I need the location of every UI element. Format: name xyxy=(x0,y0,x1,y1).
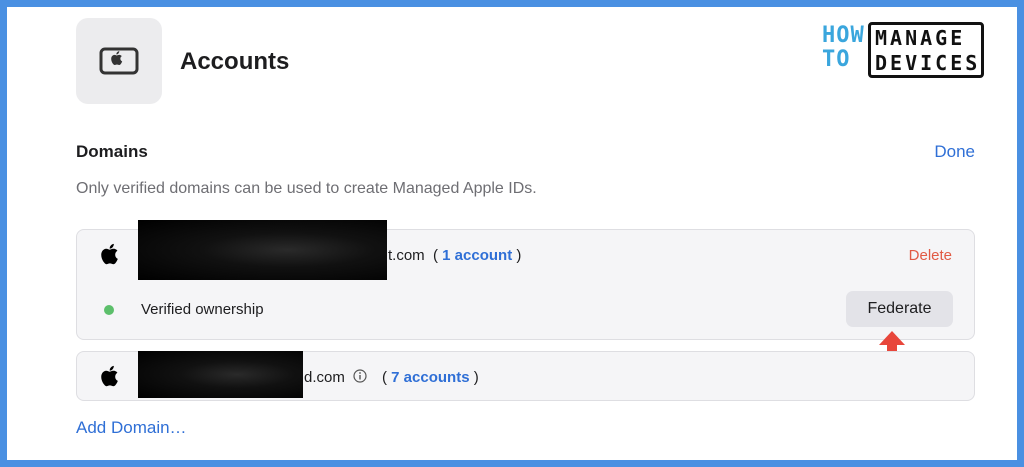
verified-status-dot xyxy=(104,305,114,315)
accounts-link[interactable]: 7 accounts xyxy=(391,369,469,386)
domain-name: t.com xyxy=(388,247,425,264)
domains-hint: Only verified domains can be used to cre… xyxy=(76,180,537,197)
apple-logo-icon xyxy=(101,365,118,387)
device-tablet-icon xyxy=(99,47,139,75)
domain-card: d.com ( 7 accounts ) xyxy=(76,351,975,401)
domains-heading: Domains xyxy=(76,142,148,161)
logo-how-to: HOW TO xyxy=(822,23,865,72)
account-count: ( 1 account ) xyxy=(433,247,522,264)
add-domain-button[interactable]: Add Domain… xyxy=(76,418,187,438)
account-count: ( 7 accounts ) xyxy=(382,369,479,386)
accounts-link[interactable]: 1 account xyxy=(442,247,512,264)
app-icon-tile xyxy=(76,18,162,104)
info-icon[interactable] xyxy=(353,369,367,383)
logo-manage-devices: MANAGE DEVICES xyxy=(868,22,984,78)
page-title: Accounts xyxy=(180,48,290,75)
domain-card: t.com ( 1 account ) Delete Verified owne… xyxy=(76,220,975,340)
delete-button[interactable]: Delete xyxy=(909,247,952,264)
domain-name: d.com xyxy=(304,369,345,386)
verified-status-label: Verified ownership xyxy=(141,301,264,318)
apple-logo-icon xyxy=(101,243,118,265)
federate-button[interactable]: Federate xyxy=(846,291,953,327)
done-button[interactable]: Done xyxy=(934,142,975,162)
brand-logo: HOW TO MANAGE DEVICES xyxy=(822,22,986,78)
redacted-domain xyxy=(138,351,303,398)
redacted-domain xyxy=(138,220,387,280)
